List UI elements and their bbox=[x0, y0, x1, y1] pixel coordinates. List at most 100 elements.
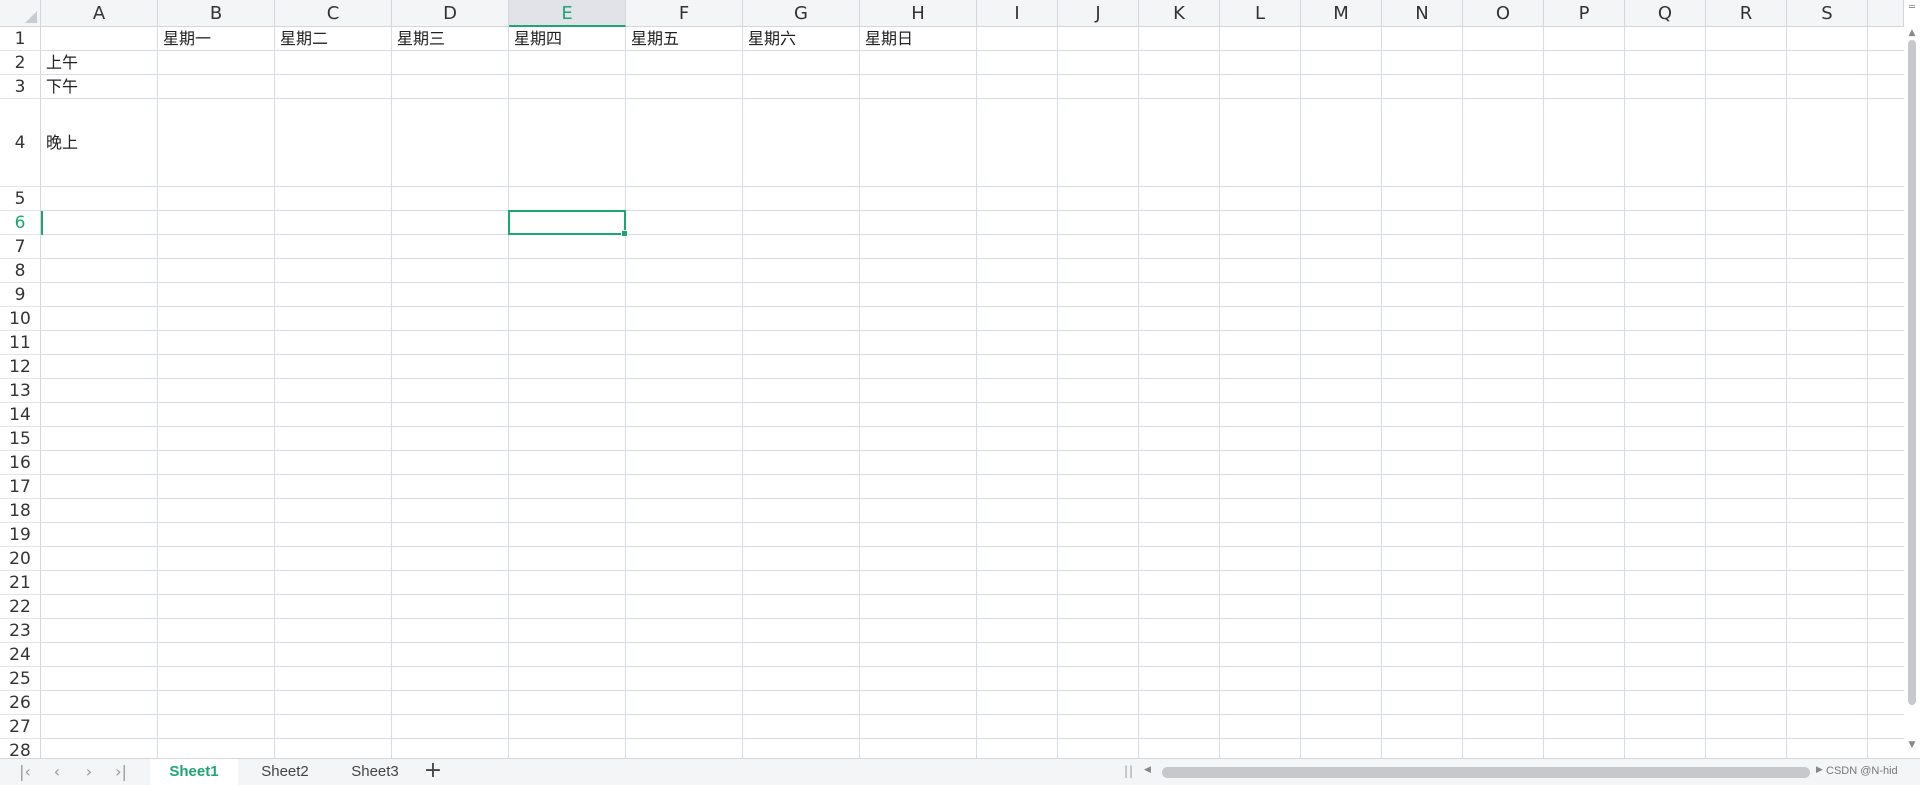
gridline-vertical bbox=[625, 27, 626, 758]
column-header-c[interactable]: C bbox=[275, 0, 392, 27]
cell-d1[interactable]: 星期三 bbox=[392, 27, 509, 51]
column-header-p[interactable]: P bbox=[1544, 0, 1625, 27]
gridline-horizontal bbox=[41, 426, 1904, 427]
row-header-23[interactable]: 23 bbox=[0, 619, 41, 643]
row-header-16[interactable]: 16 bbox=[0, 451, 41, 475]
prev-sheet-icon[interactable]: ‹ bbox=[42, 759, 72, 785]
gridline-vertical bbox=[508, 27, 509, 758]
row-header-9[interactable]: 9 bbox=[0, 283, 41, 307]
scroll-right-icon[interactable]: ▶ bbox=[1816, 765, 1823, 775]
gridline-horizontal bbox=[41, 618, 1904, 619]
column-header-k[interactable]: K bbox=[1139, 0, 1220, 27]
row-header-18[interactable]: 18 bbox=[0, 499, 41, 523]
cell-e1[interactable]: 星期四 bbox=[509, 27, 626, 51]
gridline-horizontal bbox=[41, 378, 1904, 379]
next-sheet-icon[interactable]: › bbox=[74, 759, 104, 785]
vertical-scroll-thumb[interactable] bbox=[1908, 40, 1916, 705]
gridline-horizontal bbox=[41, 98, 1904, 99]
first-sheet-icon[interactable]: |‹ bbox=[10, 759, 40, 785]
tab-split-handle-icon[interactable]: || bbox=[1124, 764, 1134, 778]
scroll-up-icon[interactable]: ▲ bbox=[1904, 28, 1920, 38]
row-header-13[interactable]: 13 bbox=[0, 379, 41, 403]
row-header-24[interactable]: 24 bbox=[0, 643, 41, 667]
gridline-vertical bbox=[274, 27, 275, 758]
row-header-3[interactable]: 3 bbox=[0, 75, 41, 99]
gridline-horizontal bbox=[41, 258, 1904, 259]
column-header-b[interactable]: B bbox=[158, 0, 275, 27]
gridline-horizontal bbox=[41, 642, 1904, 643]
cell-h1[interactable]: 星期日 bbox=[860, 27, 977, 51]
column-header-q[interactable]: Q bbox=[1625, 0, 1706, 27]
vertical-scrollbar[interactable]: ═ ▲ ▼ bbox=[1904, 0, 1920, 758]
column-header-f[interactable]: F bbox=[626, 0, 743, 27]
plus-icon[interactable]: + bbox=[420, 759, 446, 785]
gridline-horizontal bbox=[41, 594, 1904, 595]
cell-a2[interactable]: 上午 bbox=[41, 51, 158, 75]
column-header-l[interactable]: L bbox=[1220, 0, 1301, 27]
active-row-marker bbox=[41, 211, 43, 235]
cell-g1[interactable]: 星期六 bbox=[743, 27, 860, 51]
active-cell-selection[interactable] bbox=[508, 210, 628, 237]
gridline-horizontal bbox=[41, 714, 1904, 715]
cell-b1[interactable]: 星期一 bbox=[158, 27, 275, 51]
sheet-tab-sheet2[interactable]: Sheet2 bbox=[240, 759, 330, 785]
column-header-filler bbox=[1868, 0, 1904, 27]
column-header-o[interactable]: O bbox=[1463, 0, 1544, 27]
spreadsheet-grid[interactable]: ABCDEFGHIJKLMNOPQRS 1 2 3 4 5 6 7 8 9 10 11 12 13 14 1… bbox=[0, 0, 1920, 758]
gridline-vertical bbox=[1381, 27, 1382, 758]
row-header-14[interactable]: 14 bbox=[0, 403, 41, 427]
row-header-26[interactable]: 26 bbox=[0, 691, 41, 715]
gridline-horizontal bbox=[41, 570, 1904, 571]
cell-f1[interactable]: 星期五 bbox=[626, 27, 743, 51]
gridline-horizontal bbox=[41, 282, 1904, 283]
column-header-j[interactable]: J bbox=[1058, 0, 1139, 27]
gridline-vertical bbox=[1138, 27, 1139, 758]
column-header-a[interactable]: A bbox=[41, 0, 158, 27]
row-header-17[interactable]: 17 bbox=[0, 475, 41, 499]
column-header-n[interactable]: N bbox=[1382, 0, 1463, 27]
row-header-6[interactable]: 6 bbox=[0, 211, 41, 235]
row-header-22[interactable]: 22 bbox=[0, 595, 41, 619]
column-header-r[interactable]: R bbox=[1706, 0, 1787, 27]
row-header-27[interactable]: 27 bbox=[0, 715, 41, 739]
cell-a3[interactable]: 下午 bbox=[41, 75, 158, 99]
cell-c1[interactable]: 星期二 bbox=[275, 27, 392, 51]
row-header-15[interactable]: 15 bbox=[0, 427, 41, 451]
column-header-g[interactable]: G bbox=[743, 0, 860, 27]
cell-a4[interactable]: 晚上 bbox=[41, 99, 158, 187]
gridline-horizontal bbox=[41, 210, 1904, 211]
row-header-5[interactable]: 5 bbox=[0, 187, 41, 211]
fill-handle[interactable] bbox=[621, 230, 628, 237]
gridline-horizontal bbox=[41, 306, 1904, 307]
row-header-1[interactable]: 1 bbox=[0, 27, 41, 51]
row-header-4[interactable]: 4 bbox=[0, 99, 41, 187]
row-header-19[interactable]: 19 bbox=[0, 523, 41, 547]
column-header-s[interactable]: S bbox=[1787, 0, 1868, 27]
row-header-12[interactable]: 12 bbox=[0, 355, 41, 379]
gridline-horizontal bbox=[41, 738, 1904, 739]
column-header-i[interactable]: I bbox=[977, 0, 1058, 27]
row-header-10[interactable]: 10 bbox=[0, 307, 41, 331]
sheet-bar: |‹ ‹ › ›| Sheet1 Sheet2 Sheet3 + || ◀ ▶ … bbox=[0, 758, 1920, 785]
row-header-20[interactable]: 20 bbox=[0, 547, 41, 571]
gridline-vertical bbox=[1462, 27, 1463, 758]
scroll-down-icon[interactable]: ▼ bbox=[1904, 740, 1920, 750]
select-all-corner[interactable] bbox=[0, 0, 41, 27]
horizontal-scroll-thumb[interactable] bbox=[1162, 767, 1810, 778]
column-header-m[interactable]: M bbox=[1301, 0, 1382, 27]
last-sheet-icon[interactable]: ›| bbox=[106, 759, 136, 785]
column-header-d[interactable]: D bbox=[392, 0, 509, 27]
row-header-8[interactable]: 8 bbox=[0, 259, 41, 283]
split-box-icon[interactable]: ═ bbox=[1904, 2, 1920, 14]
row-header-21[interactable]: 21 bbox=[0, 571, 41, 595]
scroll-left-icon[interactable]: ◀ bbox=[1144, 765, 1151, 775]
row-header-2[interactable]: 2 bbox=[0, 51, 41, 75]
row-header-7[interactable]: 7 bbox=[0, 235, 41, 259]
row-header-25[interactable]: 25 bbox=[0, 667, 41, 691]
sheet-tab-sheet3[interactable]: Sheet3 bbox=[332, 759, 418, 785]
row-header-11[interactable]: 11 bbox=[0, 331, 41, 355]
column-header-e[interactable]: E bbox=[509, 0, 626, 27]
column-header-h[interactable]: H bbox=[860, 0, 977, 27]
sheet-tab-sheet1[interactable]: Sheet1 bbox=[150, 759, 238, 785]
row-header-28[interactable]: 28 bbox=[0, 739, 41, 758]
